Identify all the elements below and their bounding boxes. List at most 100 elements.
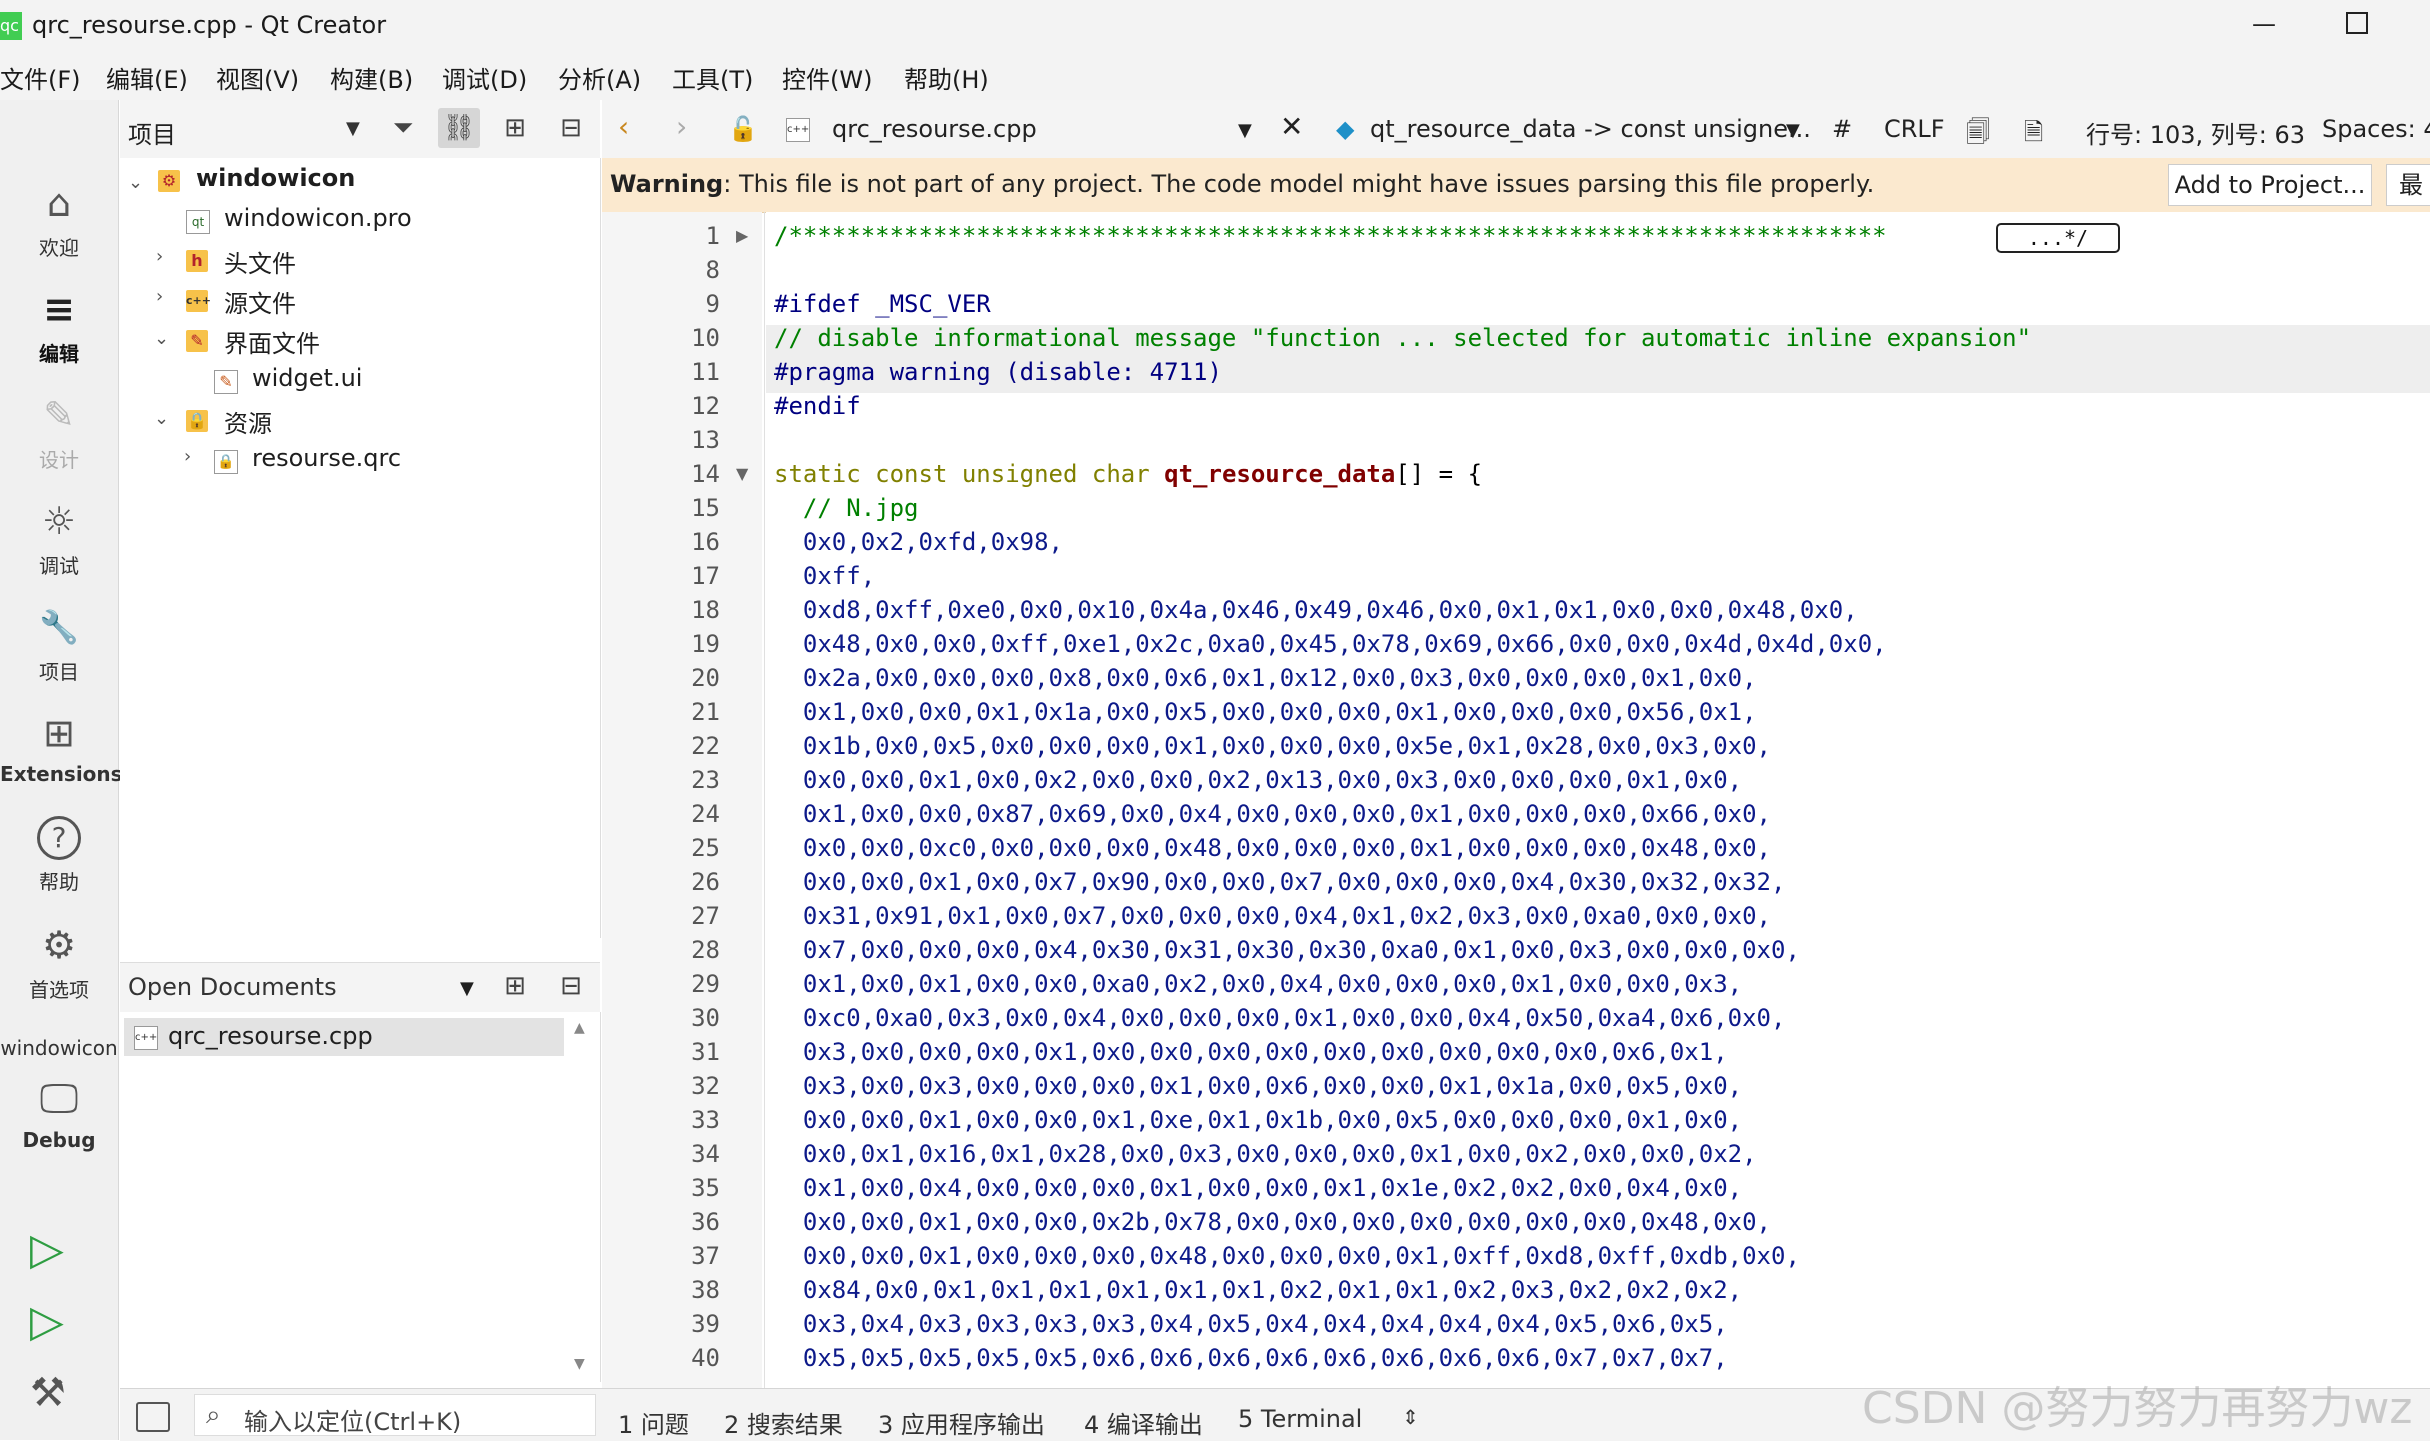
bug-icon: ☼ [41, 499, 77, 543]
cursor-position[interactable]: 行号: 103, 列号: 63 [2086, 115, 2305, 150]
code-line: /***************************************… [774, 222, 1887, 250]
line-number: 33 [691, 1106, 720, 1134]
kit-selector[interactable]: 🖵 Debug [0, 1076, 118, 1152]
window-title: qrc_resourse.cpp - Qt Creator [32, 11, 387, 39]
output-tab-compile-output[interactable]: 4 编译输出 [1084, 1405, 1203, 1440]
code-line: // N.jpg [774, 494, 919, 522]
minimize-button[interactable]: — [2252, 10, 2276, 38]
tree-item-widget-ui[interactable]: widget.ui [252, 364, 362, 392]
open-documents-selector[interactable]: Open Documents [128, 973, 337, 1001]
menu-help[interactable]: 帮助(H) [904, 60, 989, 95]
mode-help[interactable]: ? 帮助 [0, 816, 118, 895]
tree-item-project[interactable]: windowicon [196, 164, 355, 192]
close-pane-icon[interactable]: ⊟ [550, 966, 592, 1006]
output-tab-terminal[interactable]: 5 Terminal [1238, 1405, 1362, 1433]
gear-icon: ⚙ [41, 923, 77, 967]
chevron-down-icon[interactable]: ▼ [1238, 120, 1252, 141]
output-tab-search-results[interactable]: 2 搜索结果 [724, 1405, 843, 1440]
chevron-right-icon[interactable]: › [156, 286, 163, 307]
kit-project-name: windowicon [0, 1036, 118, 1060]
mode-edit[interactable]: ≡ 编辑 [0, 286, 118, 367]
document-selector[interactable]: qrc_resourse.cpp [832, 115, 1037, 143]
chevron-down-icon[interactable]: ▼ [460, 978, 474, 999]
chevron-down-icon[interactable]: ▼ [1786, 120, 1800, 141]
mode-welcome[interactable]: ⌂ 欢迎 [0, 180, 118, 261]
menu-edit[interactable]: 编辑(E) [106, 60, 188, 95]
chevron-down-icon[interactable]: ⌄ [154, 408, 169, 429]
line-number: 22 [691, 732, 720, 760]
mode-preferences[interactable]: ⚙ 首选项 [0, 922, 118, 1003]
indentation-setting[interactable]: Spaces: 4 [2322, 115, 2430, 143]
tree-item-resourse-qrc[interactable]: resourse.qrc [252, 444, 401, 472]
close-pane-icon[interactable]: ⊟ [550, 108, 592, 148]
menu-view[interactable]: 视图(V) [216, 60, 299, 95]
symbol-selector[interactable]: qt_resource_data -> const unsigne... [1370, 115, 1811, 143]
encoding-icon[interactable]: 🗎 [2024, 115, 2043, 156]
scrollbar[interactable]: ▲ ▼ [572, 1020, 594, 1380]
symbol-icon: ◆ [1336, 115, 1355, 143]
header-folder-icon: h [186, 250, 208, 272]
tree-item-headers[interactable]: 头文件 [224, 244, 296, 279]
code-line: 0x0,0x0,0xc0,0x0,0x0,0x0,0x48,0x0,0x0,0x… [774, 834, 1771, 862]
chevron-right-icon[interactable]: › [184, 446, 191, 467]
line-number: 9 [705, 290, 720, 318]
line-number: 36 [691, 1208, 720, 1236]
menu-debug[interactable]: 调试(D) [442, 60, 527, 95]
tree-item-sources[interactable]: 源文件 [224, 284, 296, 319]
tree-item-resources[interactable]: 资源 [224, 404, 272, 439]
lock-icon[interactable]: 🔓 [728, 115, 758, 143]
close-document-icon[interactable]: ✕ [1280, 110, 1303, 143]
add-to-project-button[interactable]: Add to Project... [2168, 164, 2372, 206]
tree-item-pro-file[interactable]: windowicon.pro [224, 204, 412, 232]
output-tab-application-output[interactable]: 3 应用程序输出 [878, 1405, 1045, 1440]
menu-analyze[interactable]: 分析(A) [558, 60, 641, 95]
code-line: 0x0,0x0,0x1,0x0,0x0,0x0,0x48,0x0,0x0,0x0… [774, 1242, 1800, 1270]
menu-widgets[interactable]: 控件(W) [782, 60, 872, 95]
link-icon[interactable]: ⛓ [438, 108, 480, 148]
code-line: 0x0,0x0,0x1,0x0,0x0,0x2b,0x78,0x0,0x0,0x… [774, 1208, 1771, 1236]
chevron-right-icon[interactable]: › [156, 246, 163, 267]
maximize-button[interactable] [2346, 12, 2368, 34]
warning-extra-button[interactable]: 最 [2386, 164, 2430, 206]
fold-expand-icon[interactable]: ▶ [736, 226, 748, 245]
line-number: 19 [691, 630, 720, 658]
menu-build[interactable]: 构建(B) [330, 60, 413, 95]
debug-run-icon[interactable]: ▷ [30, 1296, 64, 1347]
mode-debug[interactable]: ☼ 调试 [0, 498, 118, 579]
folded-block-marker[interactable]: ...*/ [1996, 223, 2120, 253]
run-icon[interactable]: ▷ [30, 1224, 64, 1275]
resources-folder-icon: 🔒 [186, 410, 208, 432]
back-icon[interactable]: ‹ [618, 110, 629, 143]
output-tab-issues[interactable]: 1 问题 [618, 1405, 689, 1440]
mode-projects[interactable]: 🔧 项目 [0, 604, 118, 685]
filter-icon[interactable]: ⏷ [382, 108, 424, 148]
project-view-selector[interactable]: 项目 [128, 115, 176, 150]
chevron-down-icon[interactable]: ⌄ [154, 328, 169, 349]
fold-collapse-icon[interactable]: ▼ [736, 464, 748, 483]
line-number: 37 [691, 1242, 720, 1270]
code-line: 0x1b,0x0,0x5,0x0,0x0,0x0,0x1,0x0,0x0,0x0… [774, 732, 1771, 760]
document-icon[interactable]: 🗐 [1966, 115, 1990, 156]
preprocessor-hash[interactable]: # [1832, 115, 1852, 143]
chevron-down-icon[interactable]: ▼ [346, 118, 360, 139]
build-hammer-icon[interactable]: ⚒ [30, 1370, 66, 1416]
code-line: 0x1,0x0,0x0,0x87,0x69,0x0,0x4,0x0,0x0,0x… [774, 800, 1771, 828]
monitor-icon: 🖵 [39, 1076, 79, 1122]
forward-icon[interactable]: › [676, 110, 687, 143]
split-add-icon[interactable]: ⊞ [494, 108, 536, 148]
line-ending-selector[interactable]: CRLF [1884, 115, 1945, 143]
tree-item-forms[interactable]: 界面文件 [224, 324, 320, 359]
menu-file[interactable]: 文件(F) [0, 60, 81, 95]
menu-tools[interactable]: 工具(T) [672, 60, 753, 95]
project-icon: ⚙ [158, 170, 180, 192]
expand-panel-icon[interactable]: ⇕ [1402, 1405, 1419, 1429]
line-number: 10 [691, 324, 720, 352]
line-number: 38 [691, 1276, 720, 1304]
help-icon: ? [37, 816, 81, 860]
toggle-sidebar-icon[interactable] [136, 1402, 170, 1432]
mode-extensions[interactable]: ⊞ Extensions [0, 710, 123, 786]
mode-design[interactable]: ✎ 设计 [0, 392, 118, 473]
split-add-icon[interactable]: ⊞ [494, 966, 536, 1006]
chevron-down-icon[interactable]: ⌄ [128, 172, 143, 193]
qt-creator-app-icon: qc [0, 12, 22, 40]
